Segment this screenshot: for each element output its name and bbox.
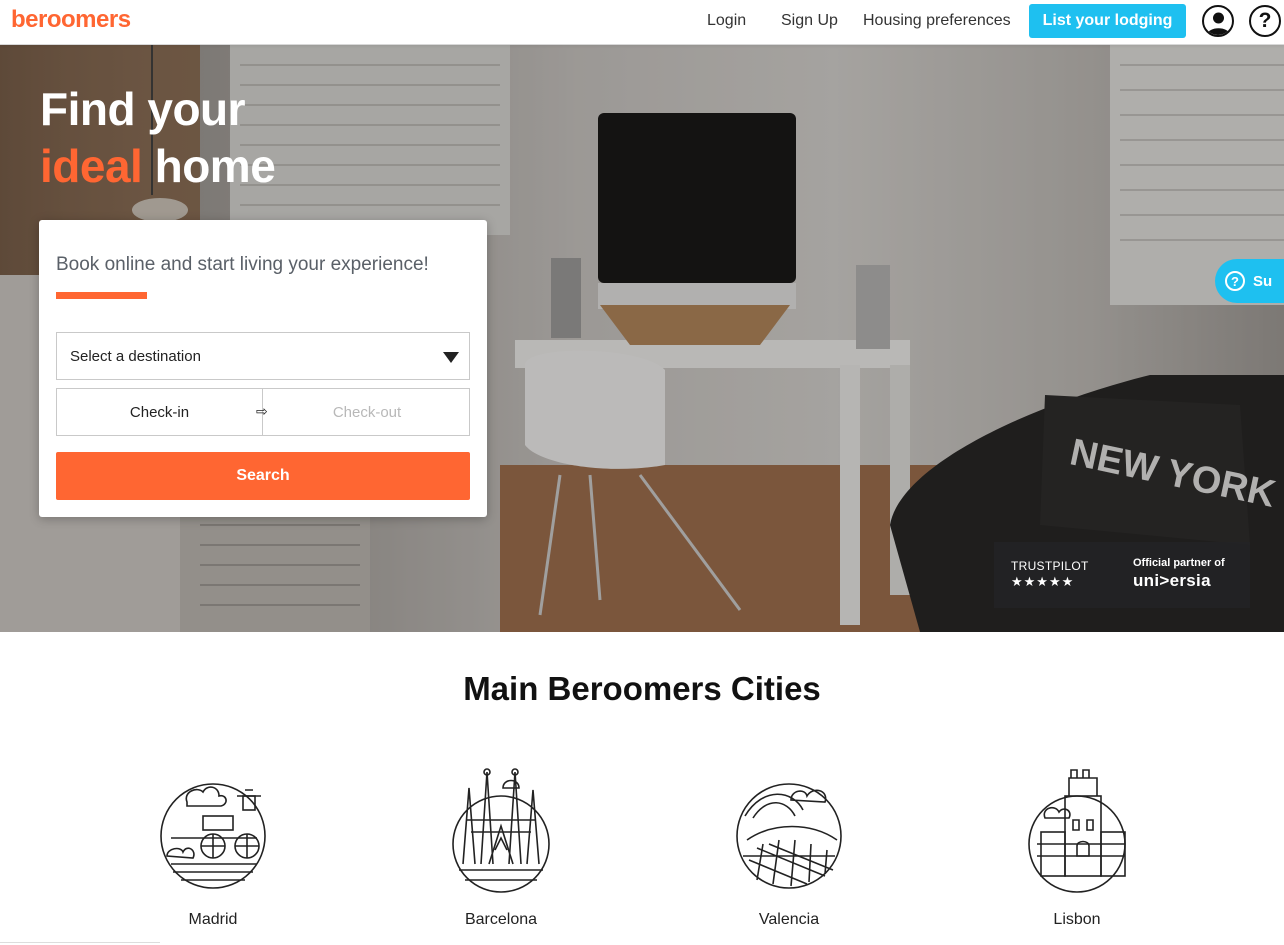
valencia-illustration-icon bbox=[736, 783, 842, 889]
trustpilot-stars-icon: ★★★★★ bbox=[1011, 574, 1075, 589]
dropdown-caret-icon bbox=[443, 352, 459, 363]
bottom-divider bbox=[0, 942, 160, 943]
user-icon[interactable] bbox=[1202, 5, 1234, 37]
hero-headline-rest: home bbox=[142, 140, 276, 192]
cities-section-title: Main Beroomers Cities bbox=[463, 670, 821, 707]
partner-label: Official partner of bbox=[1133, 557, 1225, 569]
city-card-barcelona[interactable]: Barcelona bbox=[431, 760, 571, 940]
city-card-valencia[interactable]: Valencia bbox=[719, 760, 859, 940]
madrid-illustration-icon bbox=[160, 783, 266, 889]
city-name-barcelona: Barcelona bbox=[464, 911, 538, 928]
top-navbar: beroomers Login Sign Up Housing preferen… bbox=[0, 0, 1284, 45]
city-name-valencia: Valencia bbox=[758, 911, 820, 928]
housing-preferences-link[interactable]: Housing preferences bbox=[863, 12, 1011, 30]
universia-logo: uni>ersia bbox=[1133, 571, 1211, 590]
city-name-madrid: Madrid bbox=[188, 911, 238, 928]
city-name-lisbon: Lisbon bbox=[1053, 911, 1101, 928]
check-out-field[interactable]: Check-out bbox=[264, 389, 470, 435]
beroomers-logo[interactable]: beroomers bbox=[11, 6, 131, 34]
city-card-madrid[interactable]: Madrid bbox=[143, 760, 283, 940]
hero-headline-line1: Find your bbox=[40, 83, 246, 135]
support-label: Su bbox=[1253, 272, 1273, 290]
trust-badge[interactable]: TRUSTPILOT ★★★★★ Official partner of uni… bbox=[994, 542, 1250, 608]
search-button[interactable]: Search bbox=[56, 452, 470, 500]
destination-select-value: Select a destination bbox=[70, 347, 201, 365]
hero-headline: Find your ideal home bbox=[40, 81, 276, 195]
help-icon[interactable]: ? bbox=[1249, 5, 1281, 37]
signup-link[interactable]: Sign Up bbox=[781, 12, 838, 30]
date-range-picker: Check-in ⇨ Check-out bbox=[56, 388, 470, 436]
search-card: Book online and start living your experi… bbox=[39, 220, 487, 517]
trustpilot-label: TRUSTPILOT bbox=[1011, 559, 1089, 573]
support-help-icon: ? bbox=[1225, 271, 1245, 291]
barcelona-illustration-icon bbox=[452, 768, 550, 893]
list-your-lodging-button[interactable]: List your lodging bbox=[1029, 4, 1186, 38]
login-link[interactable]: Login bbox=[707, 12, 746, 30]
check-in-field[interactable]: Check-in bbox=[57, 389, 263, 435]
support-tab[interactable]: ? Su bbox=[1215, 259, 1284, 303]
destination-select[interactable]: Select a destination bbox=[56, 332, 470, 380]
hero-headline-accent: ideal bbox=[40, 140, 143, 192]
hero-banner: NEW YORK Find your ideal home Book onlin… bbox=[0, 45, 1284, 632]
hero-headline-line2: ideal home bbox=[40, 138, 276, 195]
lisbon-illustration-icon bbox=[1028, 769, 1126, 893]
city-card-lisbon[interactable]: Lisbon bbox=[1007, 760, 1147, 940]
search-card-tagline: Book online and start living your experi… bbox=[56, 254, 429, 275]
tagline-accent-bar bbox=[56, 292, 147, 299]
